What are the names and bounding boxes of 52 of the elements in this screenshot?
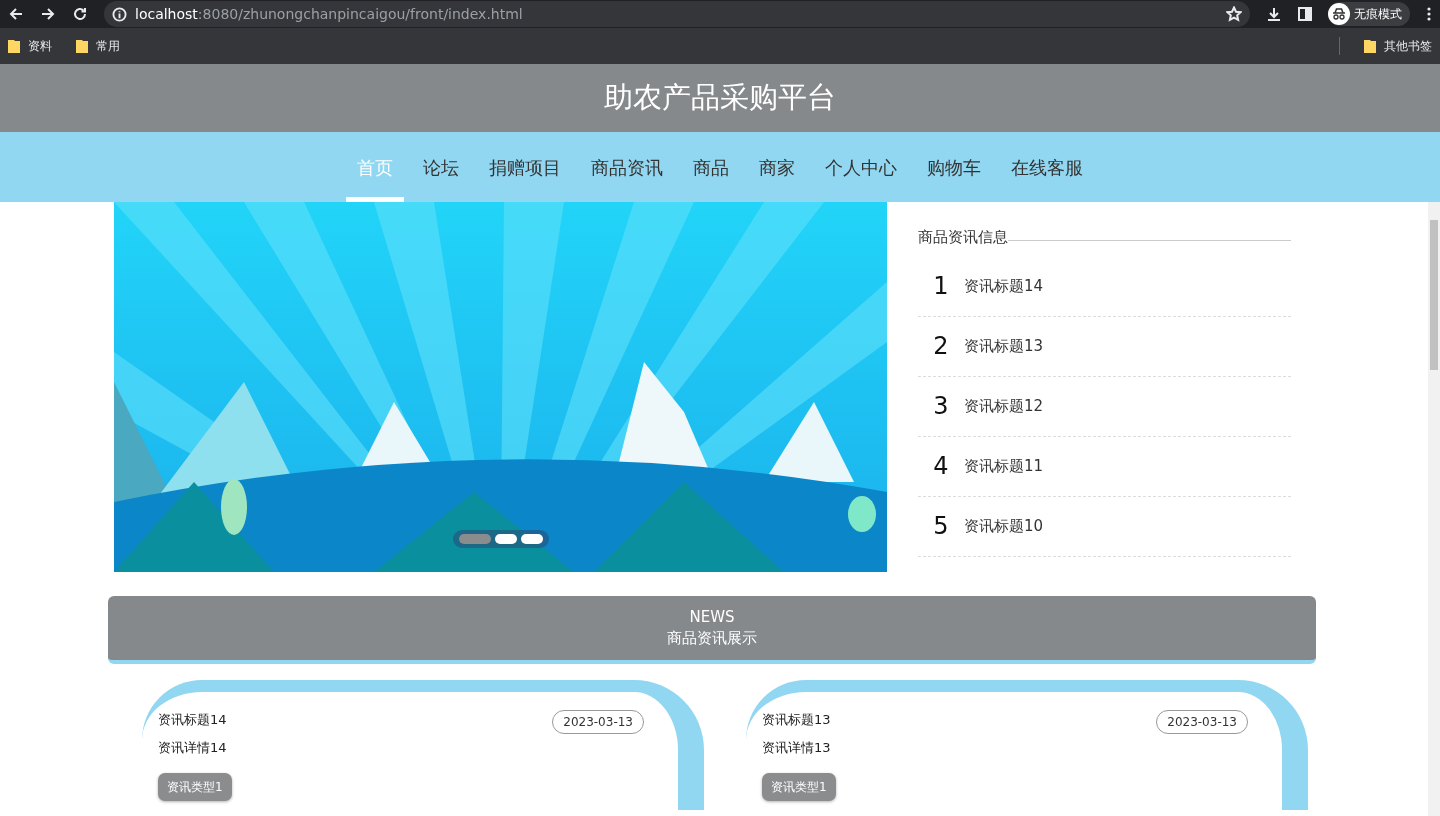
news-link[interactable]: 资讯标题11: [964, 454, 1044, 478]
rank-number: 1: [932, 271, 950, 302]
scrollbar[interactable]: [1428, 202, 1440, 816]
news-type-tag: 资讯类型1: [762, 773, 836, 801]
news-link[interactable]: 资讯标题12: [964, 394, 1044, 418]
incognito-icon: [1328, 3, 1350, 25]
carousel-indicator[interactable]: [521, 534, 543, 544]
nav-link[interactable]: 论坛: [412, 132, 470, 202]
sidebar-title: 商品资讯信息: [918, 227, 1008, 248]
news-link[interactable]: 资讯标题10: [964, 514, 1044, 538]
bookmark[interactable]: 资料: [8, 37, 52, 55]
nav-link[interactable]: 商家: [748, 132, 806, 202]
nav-link[interactable]: 在线客服: [1000, 132, 1094, 202]
side-panel-icon[interactable]: [1298, 7, 1312, 21]
carousel-indicator[interactable]: [495, 534, 517, 544]
rank-number: 2: [932, 331, 950, 362]
news-title: 资讯标题14: [158, 711, 227, 729]
news-link[interactable]: 资讯标题13: [964, 334, 1044, 358]
nav-link[interactable]: 商品: [682, 132, 740, 202]
folder-icon: [8, 39, 20, 53]
bookmark[interactable]: 常用: [76, 37, 120, 55]
news-card[interactable]: 资讯标题13 资讯详情13 2023-03-13 资讯类型1: [746, 680, 1308, 810]
incognito-indicator[interactable]: 无痕模式: [1328, 2, 1410, 26]
nav-link[interactable]: 商品资讯: [580, 132, 674, 202]
rank-number: 3: [932, 391, 950, 422]
back-icon[interactable]: [8, 6, 24, 22]
address-bar[interactable]: localhost:8080/zhunongchanpincaigou/front/index.html: [104, 1, 1250, 27]
section-title: 商品资讯展示: [667, 628, 757, 649]
news-detail: 资讯详情13: [762, 738, 831, 757]
nav-link[interactable]: 捐赠项目: [478, 132, 572, 202]
other-bookmarks[interactable]: 其他书签: [1364, 37, 1432, 55]
scrollbar-thumb[interactable]: [1430, 220, 1438, 370]
nav-link[interactable]: 购物车: [916, 132, 992, 202]
news-type-tag: 资讯类型1: [158, 773, 232, 801]
folder-icon: [1364, 39, 1376, 53]
url-text: localhost:8080/zhunongchanpincaigou/front/index.html: [135, 4, 523, 24]
rank-number: 5: [932, 511, 950, 542]
news-title: 资讯标题13: [762, 711, 831, 729]
info-icon: [112, 6, 127, 22]
news-card[interactable]: 资讯标题14 资讯详情14 2023-03-13 资讯类型1: [142, 680, 704, 810]
section-label: NEWS: [689, 607, 735, 628]
news-link[interactable]: 资讯标题14: [964, 274, 1044, 298]
folder-icon: [76, 39, 88, 53]
rank-number: 4: [932, 451, 950, 482]
news-detail: 资讯详情14: [158, 738, 227, 757]
nav-link[interactable]: 个人中心: [814, 132, 908, 202]
star-icon[interactable]: [1226, 6, 1242, 22]
menu-icon[interactable]: [1426, 6, 1432, 22]
download-icon[interactable]: [1266, 6, 1282, 22]
reload-icon[interactable]: [72, 6, 88, 22]
forward-icon[interactable]: [40, 6, 56, 22]
site-title: 助农产品采购平台: [604, 79, 836, 117]
